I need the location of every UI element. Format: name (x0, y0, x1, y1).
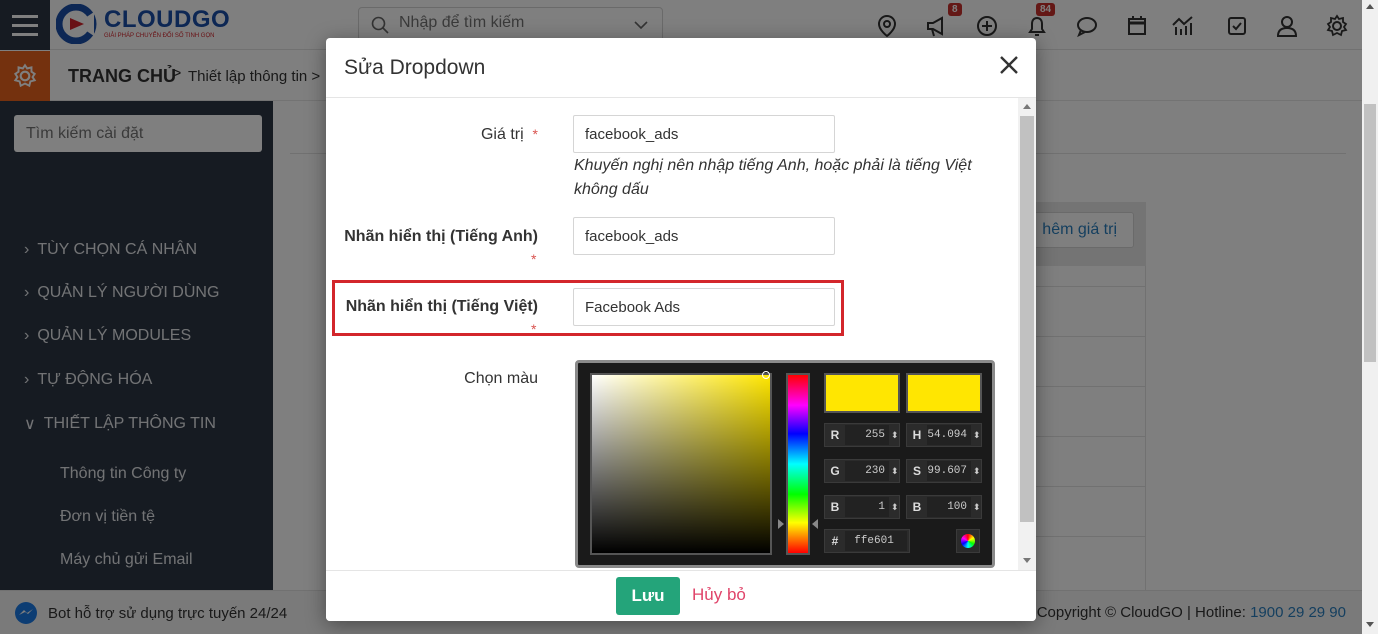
spinner-icon[interactable]: ⬍ (891, 466, 899, 477)
spinner-icon[interactable]: ⬍ (973, 430, 981, 441)
save-button[interactable]: Lưu (616, 577, 680, 615)
modal-title: Sửa Dropdown (344, 56, 486, 79)
modal-footer: Lưu Hủy bỏ (326, 570, 1036, 621)
brightness-label: B (912, 500, 922, 514)
value-label: Giá trị * (338, 126, 538, 144)
modal-body: Giá trị * Khuyến nghị nên nhập tiếng Anh… (326, 98, 1036, 570)
window-scrollbar-thumb[interactable] (1364, 104, 1376, 362)
saturation-value-area[interactable] (590, 373, 772, 555)
edit-dropdown-modal: Sửa Dropdown Giá trị * Khuyến nghị nên n… (326, 38, 1036, 621)
hex-label: # (831, 534, 839, 548)
green-input[interactable]: G 230 ⬍ (824, 459, 900, 483)
scroll-up-arrow-icon[interactable] (1366, 4, 1374, 9)
required-mark: * (531, 321, 537, 337)
label-vi-label: Nhãn hiển thị (Tiếng Việt) (345, 298, 538, 315)
spinner-icon[interactable]: ⬍ (973, 502, 981, 513)
label-vi-input[interactable] (573, 288, 835, 326)
spinner-icon[interactable]: ⬍ (891, 502, 899, 513)
blue-input[interactable]: B 1 ⬍ (824, 495, 900, 519)
hue-arrow-right-icon[interactable] (812, 519, 818, 529)
cancel-button[interactable]: Hủy bỏ (692, 585, 746, 605)
hue-value[interactable]: 54.094 (927, 425, 971, 445)
hue-arrow-left-icon[interactable] (778, 519, 784, 529)
current-color-swatch[interactable] (906, 373, 982, 413)
value-input[interactable] (573, 115, 835, 153)
hex-input[interactable]: # ffe601 (824, 529, 910, 553)
saturation-input[interactable]: S 99.607 ⬍ (906, 459, 982, 483)
modal-header: Sửa Dropdown (326, 38, 1036, 98)
blue-value[interactable]: 1 (845, 497, 889, 517)
new-color-swatch (824, 373, 900, 413)
red-value[interactable]: 255 (845, 425, 889, 445)
green-value[interactable]: 230 (845, 461, 889, 481)
label-en-label: Nhãn hiển thị (Tiếng Anh) (344, 228, 538, 245)
close-icon[interactable] (996, 52, 1022, 78)
red-input[interactable]: R 255 ⬍ (824, 423, 900, 447)
required-mark: * (532, 126, 538, 142)
modal-scrollbar-thumb[interactable] (1020, 116, 1034, 522)
scroll-up-arrow-icon[interactable] (1023, 104, 1031, 109)
color-label: Chọn màu (464, 370, 538, 387)
color-wheel-icon[interactable] (956, 529, 980, 553)
scroll-down-arrow-icon[interactable] (1366, 622, 1374, 627)
brightness-input[interactable]: B 100 ⬍ (906, 495, 982, 519)
color-cursor[interactable] (762, 371, 770, 379)
hue-input[interactable]: H 54.094 ⬍ (906, 423, 982, 447)
scroll-down-arrow-icon[interactable] (1023, 558, 1031, 563)
saturation-label: S (912, 464, 921, 478)
value-label-text: Giá trị (480, 126, 524, 143)
required-mark: * (531, 251, 537, 267)
hue-label: H (912, 428, 922, 442)
spinner-icon[interactable]: ⬍ (891, 430, 899, 441)
blue-label: B (830, 500, 840, 514)
color-picker: R 255 ⬍ H 54.094 ⬍ G 230 ⬍ S 99.607 ⬍ B 1 ⬍ B 100 ⬍ … (575, 360, 995, 568)
brightness-value[interactable]: 100 (927, 497, 971, 517)
hex-value[interactable]: ffe601 (845, 531, 907, 551)
spinner-icon[interactable]: ⬍ (973, 466, 981, 477)
green-label: G (830, 464, 840, 478)
label-en-input[interactable] (573, 217, 835, 255)
saturation-value[interactable]: 99.607 (927, 461, 971, 481)
hue-slider[interactable] (786, 373, 810, 555)
value-hint: Khuyến nghị nên nhập tiếng Anh, hoặc phả… (574, 157, 972, 198)
red-label: R (830, 428, 840, 442)
